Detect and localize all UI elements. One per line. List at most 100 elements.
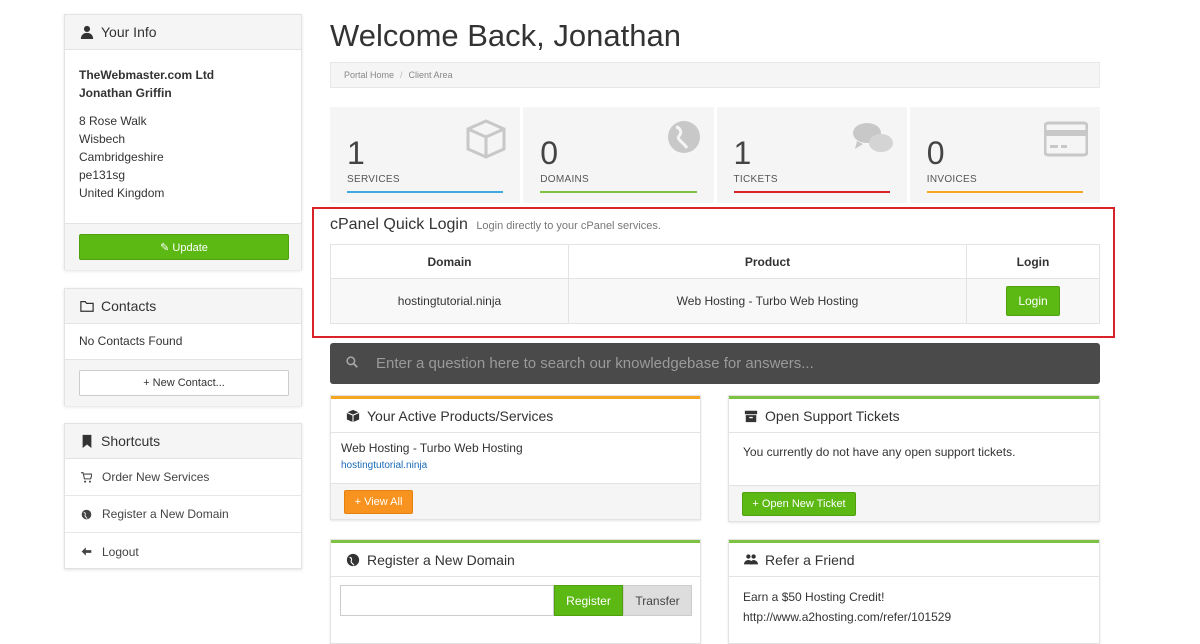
shortcut-register-domain[interactable]: Register a New Domain	[65, 496, 301, 533]
your-info-header: Your Info	[65, 15, 301, 50]
breadcrumb-separator: /	[400, 70, 403, 80]
globe-icon	[658, 119, 702, 159]
support-tickets-title: Open Support Tickets	[765, 407, 900, 424]
comments-icon	[851, 119, 895, 159]
contacts-panel: Contacts No Contacts Found + New Contact…	[64, 288, 302, 406]
stat-underline	[347, 191, 504, 193]
cpanel-title-text: cPanel Quick Login	[330, 216, 468, 233]
contacts-title: Contacts	[101, 298, 157, 314]
no-tickets-text: You currently do not have any open suppo…	[743, 445, 1016, 459]
your-info-footer: ✎ Update	[65, 223, 301, 270]
stat-value: 0	[926, 135, 945, 171]
credit-card-icon	[1043, 119, 1089, 159]
shortcuts-header: Shortcuts	[65, 424, 301, 459]
column-header-login: Login	[966, 244, 1100, 279]
globe-icon	[79, 509, 93, 520]
update-button[interactable]: ✎ Update	[79, 234, 289, 260]
users-icon	[743, 552, 759, 568]
your-info-title: Your Info	[101, 24, 157, 40]
stat-label: SERVICES	[347, 174, 400, 185]
active-products-header: Your Active Products/Services	[331, 396, 700, 433]
active-products-title: Your Active Products/Services	[367, 407, 554, 424]
cell-login: Login	[966, 278, 1100, 324]
column-header-product: Product	[568, 244, 967, 279]
user-icon	[79, 24, 95, 40]
stat-underline	[733, 191, 890, 193]
stat-value: 1	[733, 135, 752, 171]
cpanel-table: Domain Product Login hostingtutorial.nin…	[330, 244, 1100, 324]
address-line: pe131sg	[79, 168, 126, 182]
cube-icon	[464, 119, 508, 159]
address-line: Cambridgeshire	[79, 150, 164, 164]
cpanel-subtitle: Login directly to your cPanel services.	[476, 220, 661, 232]
product-domain-link[interactable]: hostingtutorial.ninja	[341, 460, 690, 471]
stat-invoices[interactable]: 0 INVOICES	[910, 107, 1100, 203]
stats-bar: 1 SERVICES 0 DOMAINS 1 TICKETS 0 INVOICE…	[330, 107, 1100, 203]
stat-value: 1	[347, 135, 365, 171]
shortcuts-title: Shortcuts	[101, 433, 161, 449]
refer-credit-text: Earn a $50 Hosting Credit!	[743, 590, 885, 604]
shortcut-label: Register a New Domain	[102, 507, 229, 521]
support-tickets-footer: + Open New Ticket	[729, 485, 1099, 521]
support-tickets-header: Open Support Tickets	[729, 396, 1099, 433]
refer-link[interactable]: http://www.a2hosting.com/refer/101529	[743, 607, 1089, 627]
cart-icon	[79, 471, 93, 483]
shortcut-logout[interactable]: Logout	[65, 533, 301, 570]
product-name[interactable]: Web Hosting - Turbo Web Hosting	[341, 441, 690, 455]
bookmark-icon	[79, 433, 95, 449]
table-row: hostingtutorial.ninja Web Hosting - Turb…	[330, 278, 1100, 324]
stat-label: DOMAINS	[540, 174, 590, 185]
your-info-panel: Your Info TheWebmaster.com Ltd Jonathan …	[64, 14, 302, 270]
stat-underline	[926, 191, 1083, 193]
stat-underline	[540, 191, 697, 193]
shortcut-order-new-services[interactable]: Order New Services	[65, 459, 301, 496]
contacts-header: Contacts	[65, 289, 301, 324]
domain-search-row: Register Transfer	[340, 585, 692, 616]
archive-icon	[743, 408, 759, 424]
search-icon	[346, 356, 374, 371]
breadcrumb-client-area: Client Area	[408, 70, 453, 80]
domain-input[interactable]	[340, 585, 554, 616]
client-name: Jonathan Griffin	[79, 86, 172, 100]
refer-friend-title: Refer a Friend	[765, 551, 855, 568]
stat-services[interactable]: 1 SERVICES	[330, 107, 524, 203]
transfer-button[interactable]: Transfer	[623, 585, 692, 616]
shortcut-label: Logout	[102, 544, 139, 559]
address-line: United Kingdom	[79, 186, 165, 200]
active-products-panel: Your Active Products/Services Web Hostin…	[330, 395, 701, 520]
shortcut-label: Order New Services	[102, 470, 210, 484]
breadcrumb: Portal Home / Client Area	[330, 62, 1100, 88]
shortcuts-panel: Shortcuts Order New Services Register a …	[64, 423, 302, 569]
cpanel-login-button[interactable]: Login	[1006, 286, 1060, 316]
view-all-button[interactable]: + View All	[344, 490, 413, 514]
address-line: 8 Rose Walk	[79, 114, 147, 128]
kb-search-bar	[330, 343, 1100, 384]
stat-domains[interactable]: 0 DOMAINS	[523, 107, 717, 203]
refer-friend-header: Refer a Friend	[729, 540, 1099, 577]
arrow-left-icon	[79, 546, 93, 557]
contacts-footer: + New Contact...	[65, 359, 301, 406]
cell-domain: hostingtutorial.ninja	[330, 278, 569, 324]
register-domain-title: Register a New Domain	[367, 551, 515, 568]
address-line: Wisbech	[79, 132, 126, 146]
stat-tickets[interactable]: 1 TICKETS	[717, 107, 910, 203]
cube-icon	[345, 408, 361, 424]
cpanel-title: cPanel Quick Login Login directly to you…	[330, 216, 661, 234]
register-domain-header: Register a New Domain	[331, 540, 700, 577]
company-name: TheWebmaster.com Ltd	[79, 68, 215, 82]
support-tickets-panel: Open Support Tickets You currently do no…	[728, 395, 1100, 522]
no-contacts-text: No Contacts Found	[79, 334, 183, 348]
kb-search-input[interactable]	[374, 343, 1100, 384]
new-contact-button[interactable]: + New Contact...	[79, 370, 289, 396]
refer-friend-panel: Refer a Friend Earn a $50 Hosting Credit…	[728, 539, 1100, 644]
stat-label: INVOICES	[926, 174, 977, 185]
globe-icon	[345, 552, 361, 568]
column-header-domain: Domain	[330, 244, 569, 279]
breadcrumb-portal-home[interactable]: Portal Home	[344, 70, 394, 80]
register-domain-panel: Register a New Domain Register Transfer	[330, 539, 701, 644]
register-button[interactable]: Register	[554, 585, 623, 616]
open-new-ticket-button[interactable]: + Open New Ticket	[742, 492, 856, 516]
stat-label: TICKETS	[733, 174, 778, 185]
page-title: Welcome Back, Jonathan	[330, 18, 681, 53]
cell-product: Web Hosting - Turbo Web Hosting	[568, 278, 967, 324]
